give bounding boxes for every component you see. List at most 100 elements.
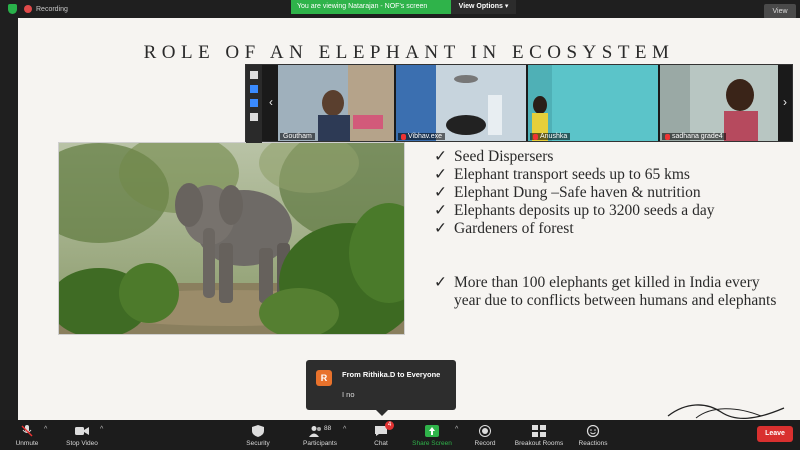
participant-video xyxy=(396,65,526,141)
bullet-item: ✓ Elephants deposits up to 3200 seeds a d… xyxy=(434,202,784,220)
view-button[interactable]: View xyxy=(764,4,796,19)
left-frame xyxy=(0,18,18,420)
share-screen-label: Share Screen xyxy=(412,440,452,447)
breakout-rooms-icon xyxy=(532,425,546,437)
video-options-caret[interactable]: ^ xyxy=(100,426,103,433)
elephant-photo xyxy=(58,142,405,335)
smiley-icon xyxy=(586,425,600,437)
participants-label: Participants xyxy=(303,440,337,447)
mic-muted-icon xyxy=(401,133,406,140)
record-button[interactable]: Record xyxy=(470,420,500,450)
reactions-label: Reactions xyxy=(578,440,608,447)
participant-name-label: Anushka xyxy=(530,133,571,140)
participants-options-caret[interactable]: ^ xyxy=(343,426,346,433)
chat-notification-popup[interactable]: R From Rithika.D to Everyone I no xyxy=(306,360,456,416)
stop-video-label: Stop Video xyxy=(66,440,98,447)
recording-dot-icon xyxy=(24,5,32,13)
bullet-text: More than 100 elephants get killed in In… xyxy=(454,274,777,309)
minimize-icon[interactable] xyxy=(250,71,258,79)
bullet-item: ✓ Elephant Dung –Safe haven & nutrition xyxy=(434,184,784,202)
bullet-text: Elephants deposits up to 3200 seeds a da… xyxy=(454,202,715,219)
mic-muted-icon xyxy=(665,133,670,140)
video-tile[interactable]: Anushka xyxy=(528,65,658,141)
mic-muted-icon xyxy=(533,133,538,140)
gallery-view-icon[interactable] xyxy=(250,113,258,121)
audio-options-caret[interactable]: ^ xyxy=(44,426,47,433)
video-tile[interactable]: sadhana grade4 xyxy=(660,65,778,141)
participant-video xyxy=(278,65,394,141)
previous-page-arrow[interactable]: ‹ xyxy=(266,93,276,111)
reactions-button[interactable]: Reactions xyxy=(576,420,610,450)
participants-button[interactable]: 88 Participants xyxy=(300,420,340,450)
video-tile[interactable]: Vibhav.exe xyxy=(396,65,526,141)
banner-text: You are viewing Natarajan - NOF's screen xyxy=(297,3,428,10)
bullet-text: Seed Dispersers xyxy=(454,148,554,165)
participant-name-label: sadhana grade4 xyxy=(662,133,726,140)
security-button[interactable]: Security xyxy=(243,420,273,450)
check-icon: ✓ xyxy=(434,166,447,183)
recording-label: Recording xyxy=(36,5,68,13)
check-icon: ✓ xyxy=(434,220,447,237)
unmute-label: Unmute xyxy=(15,440,39,447)
chat-bubble-icon: 4 xyxy=(374,421,394,437)
leave-label: Leave xyxy=(765,430,785,437)
participant-video xyxy=(528,65,658,141)
participant-name-label: Vibhav.exe xyxy=(398,133,445,140)
bullet-item: ✓ Gardeners of forest xyxy=(434,220,784,238)
viewing-screen-label: You are viewing Natarajan - NOF's screen xyxy=(291,0,451,14)
bullet-item: ✓ Seed Dispersers xyxy=(434,148,784,166)
check-icon: ✓ xyxy=(434,202,447,219)
check-icon: ✓ xyxy=(434,274,447,291)
chat-label: Chat xyxy=(374,440,388,447)
bullet-list-conflict: ✓ More than 100 elephants get killed in I… xyxy=(434,274,784,310)
view-options-button[interactable]: View Options ▾ xyxy=(451,0,516,14)
chat-button[interactable]: 4 Chat xyxy=(366,420,396,450)
bullet-item: ✓ More than 100 elephants get killed in I… xyxy=(434,274,784,310)
participant-video-strip: ‹ Goutham Vibhav.exe Anushka sadhana gra… xyxy=(245,64,793,143)
meeting-toolbar: Unmute ^ Stop Video ^ Security 88 Partic… xyxy=(0,420,800,450)
bullet-text: Gardeners of forest xyxy=(454,220,574,237)
recording-indicator: Recording xyxy=(24,5,68,13)
bullet-list-facts: ✓ Seed Dispersers ✓ Elephant transport see… xyxy=(434,148,784,238)
participant-name-label: Goutham xyxy=(280,133,315,140)
check-icon: ✓ xyxy=(434,148,447,165)
chat-unread-badge: 4 xyxy=(385,421,394,430)
breakout-rooms-label: Breakout Rooms xyxy=(514,440,564,447)
bullet-text: Elephant transport seeds up to 65 kms xyxy=(454,166,690,183)
participant-video xyxy=(660,65,778,141)
chat-sender: From Rithika.D to Everyone xyxy=(342,370,441,379)
view-button-label: View xyxy=(772,8,788,15)
bullet-text: Elephant Dung –Safe haven & nutrition xyxy=(454,184,701,201)
participants-icon: 88 xyxy=(309,425,331,437)
record-label: Record xyxy=(474,440,496,447)
next-page-arrow[interactable]: › xyxy=(780,93,790,111)
record-icon xyxy=(479,425,491,437)
signature-scribble xyxy=(667,404,785,420)
share-screen-button[interactable]: Share Screen xyxy=(410,420,454,450)
sender-avatar: R xyxy=(316,370,332,386)
stop-video-button[interactable]: Stop Video xyxy=(62,420,102,450)
strip-view-icon[interactable] xyxy=(250,85,258,93)
slide-title: ROLE OF AN ELEPHANT IN ECOSYSTEM xyxy=(143,42,675,63)
shield-icon xyxy=(252,425,264,437)
bullet-item: ✓ Elephant transport seeds up to 65 kms xyxy=(434,166,784,184)
breakout-rooms-button[interactable]: Breakout Rooms xyxy=(512,420,566,450)
unmute-button[interactable]: Unmute xyxy=(12,420,42,450)
share-screen-icon xyxy=(425,425,439,437)
video-tile[interactable]: Goutham xyxy=(278,65,394,141)
speaker-view-icon[interactable] xyxy=(250,99,258,107)
participants-count: 88 xyxy=(324,425,332,432)
elephant-image xyxy=(59,143,404,334)
chat-message: I no xyxy=(342,390,355,399)
share-options-caret[interactable]: ^ xyxy=(455,426,458,433)
leave-button[interactable]: Leave xyxy=(757,426,793,442)
security-label: Security xyxy=(246,440,270,447)
mic-muted-icon xyxy=(21,425,33,437)
security-shield-icon xyxy=(8,4,17,14)
screen-share-banner: You are viewing Natarajan - NOF's screen… xyxy=(291,0,516,14)
view-options-label: View Options xyxy=(458,3,503,10)
check-icon: ✓ xyxy=(434,184,447,201)
zoom-meeting-window: Recording You are viewing Natarajan - NO… xyxy=(0,0,800,450)
video-camera-icon xyxy=(75,427,89,435)
strip-view-controls[interactable] xyxy=(246,65,262,143)
